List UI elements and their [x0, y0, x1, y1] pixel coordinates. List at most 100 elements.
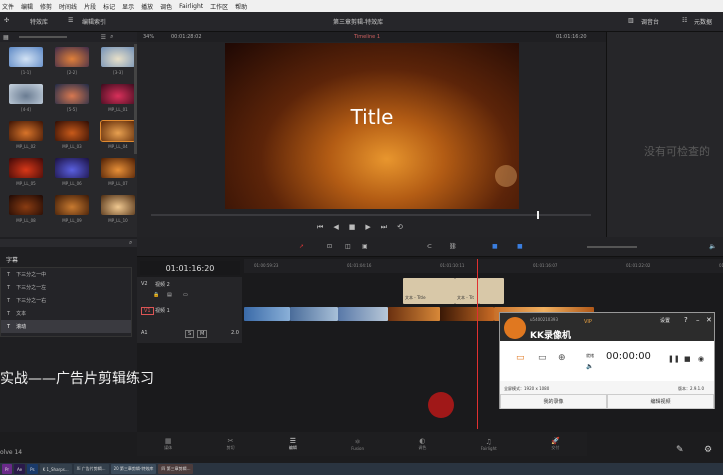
edit-video-button[interactable]: 编辑视频: [607, 394, 714, 409]
menu-item[interactable]: 标记: [103, 2, 115, 11]
mixer-icon[interactable]: ▥: [628, 17, 634, 24]
thumbnail-view-icon[interactable]: ▦: [3, 34, 9, 41]
video-clip[interactable]: [338, 307, 388, 321]
timeline-name[interactable]: Timeline 1: [354, 34, 380, 40]
title-preset[interactable]: T 文本: [1, 307, 131, 320]
menu-item[interactable]: 修剪: [40, 2, 52, 11]
search-icon[interactable]: ⌕: [110, 33, 113, 41]
menu-item[interactable]: 片段: [84, 2, 96, 11]
media-clip[interactable]: MP_LL_10: [98, 195, 138, 232]
timeline-ruler[interactable]: 01:00:59:23 01:01:04:16 01:01:10:11 01:01:1…: [244, 259, 723, 273]
media-clip[interactable]: MP_LL_04: [98, 120, 138, 158]
video-clip[interactable]: [440, 307, 494, 321]
skip-start-icon[interactable]: ⏮: [317, 223, 323, 232]
taskbar-button[interactable]: 20 第三章剪辑-特效库: [110, 464, 157, 474]
taskbar-button[interactable]: 四 第三章剪辑...: [158, 464, 194, 474]
menu-item[interactable]: 帮助: [235, 2, 247, 11]
media-clip[interactable]: [2-2]: [52, 47, 92, 84]
trim-tool-icon[interactable]: ⊡: [327, 243, 332, 250]
my-recordings-button[interactable]: 我的录像: [500, 394, 607, 409]
media-clip[interactable]: MP_LL_02: [6, 121, 46, 158]
overwrite-icon[interactable]: ▣: [362, 243, 368, 250]
taskbar-button[interactable]: K 1_Sharps...: [39, 464, 72, 474]
metadata-icon[interactable]: ☷: [682, 17, 687, 24]
kk-settings[interactable]: 设置: [660, 317, 670, 324]
media-clip[interactable]: MP_LL_01: [98, 84, 138, 121]
link-icon[interactable]: ⛓: [449, 243, 457, 250]
page-tab[interactable]: ⚛ Fusion: [351, 438, 364, 451]
search-icon[interactable]: ⌕: [129, 239, 132, 247]
title-preset[interactable]: T 滚动: [1, 320, 131, 333]
media-pool-button[interactable]: 特效库: [30, 17, 48, 26]
menu-item[interactable]: 时间线: [59, 2, 77, 11]
title-preset[interactable]: T 下三分之一左: [1, 281, 131, 294]
media-clip[interactable]: [3-3]: [98, 47, 138, 84]
loop-icon[interactable]: ⟲: [397, 223, 403, 232]
window-mode-icon[interactable]: ▭: [538, 353, 547, 363]
flag-color-icon[interactable]: ■: [492, 243, 498, 250]
track-visibility-icon[interactable]: ▭: [183, 292, 188, 298]
track-name[interactable]: 视频 2: [155, 281, 170, 288]
help-icon[interactable]: ?: [684, 316, 688, 324]
media-clip[interactable]: MP_LL_06: [52, 158, 92, 195]
page-tab[interactable]: ◐ 调色: [418, 437, 426, 451]
taskbar-button[interactable]: Ps: [27, 464, 38, 474]
timeline-playhead[interactable]: [477, 259, 478, 429]
menu-item[interactable]: 工作区: [210, 2, 228, 11]
zoom-level[interactable]: 34%: [143, 34, 154, 40]
size-slider[interactable]: [18, 36, 67, 38]
list-view-icon[interactable]: ☰: [101, 34, 106, 41]
auto-select-icon[interactable]: ▤: [167, 292, 172, 298]
title-preset[interactable]: T 下三分之一中: [1, 268, 131, 281]
solo-button[interactable]: S: [185, 330, 195, 338]
page-tab[interactable]: ▦ 媒体: [164, 437, 172, 451]
lock-icon[interactable]: 🔒: [153, 292, 159, 298]
metadata-button[interactable]: 元数据: [694, 17, 712, 26]
pause-icon[interactable]: ❚❚: [668, 355, 680, 363]
insert-icon[interactable]: ◫: [345, 243, 351, 250]
taskbar-button[interactable]: Ae: [14, 464, 26, 474]
menu-item[interactable]: Fairlight: [179, 3, 203, 10]
menu-item[interactable]: 播放: [141, 2, 153, 11]
effects-search-bar[interactable]: [0, 239, 137, 247]
snap-icon[interactable]: ⊂: [427, 243, 432, 250]
video-clip[interactable]: [388, 307, 440, 321]
menu-item[interactable]: 文件: [2, 2, 14, 11]
page-tab[interactable]: ♫ Fairlight: [481, 438, 497, 451]
page-tab[interactable]: ✂ 剪切: [227, 437, 235, 451]
play-icon[interactable]: ▶: [365, 223, 370, 232]
media-clip[interactable]: [1-1]: [6, 47, 46, 84]
close-icon[interactable]: ✕: [706, 316, 712, 324]
menu-item[interactable]: 调色: [160, 2, 172, 11]
title-preset[interactable]: T 下三分之一右: [1, 294, 131, 307]
media-clip[interactable]: MP_LL_08: [6, 195, 46, 232]
effects-library-icon[interactable]: ✣: [4, 17, 9, 24]
track-id[interactable]: V1: [141, 307, 154, 315]
selection-tool-icon[interactable]: ➚: [299, 243, 304, 250]
scrub-bar[interactable]: [151, 211, 591, 219]
title-clip[interactable]: [479, 278, 504, 304]
minimize-icon[interactable]: –: [696, 316, 700, 324]
taskbar-button[interactable]: Pr: [2, 464, 12, 474]
mixer-button[interactable]: 调音台: [641, 17, 659, 26]
media-clip[interactable]: MP_LL_03: [52, 121, 92, 158]
video-clip[interactable]: [290, 307, 338, 321]
menu-item[interactable]: 显示: [122, 2, 134, 11]
menu-item[interactable]: 编辑: [21, 2, 33, 11]
volume-icon[interactable]: 🔈: [709, 243, 716, 250]
zoom-slider[interactable]: [587, 246, 637, 248]
play-reverse-icon[interactable]: ◀: [333, 223, 338, 232]
fullscreen-mode-icon[interactable]: ▭: [516, 353, 525, 363]
mute-button[interactable]: M: [197, 330, 208, 338]
skip-end-icon[interactable]: ⏭: [381, 223, 387, 232]
stop-icon[interactable]: ■: [684, 355, 691, 363]
speaker-icon[interactable]: 🔈: [586, 363, 593, 370]
stop-icon[interactable]: ■: [349, 223, 356, 232]
title-clip[interactable]: 文本 - Tit: [455, 278, 479, 304]
list-icon[interactable]: ☰: [68, 17, 73, 24]
camera-icon[interactable]: ◉: [698, 355, 704, 363]
game-mode-icon[interactable]: ⊕: [558, 353, 566, 363]
page-tab[interactable]: ☰ 编辑: [289, 437, 297, 451]
page-tab[interactable]: 🚀 交付: [551, 437, 560, 451]
media-clip[interactable]: [4-4]: [6, 84, 46, 121]
